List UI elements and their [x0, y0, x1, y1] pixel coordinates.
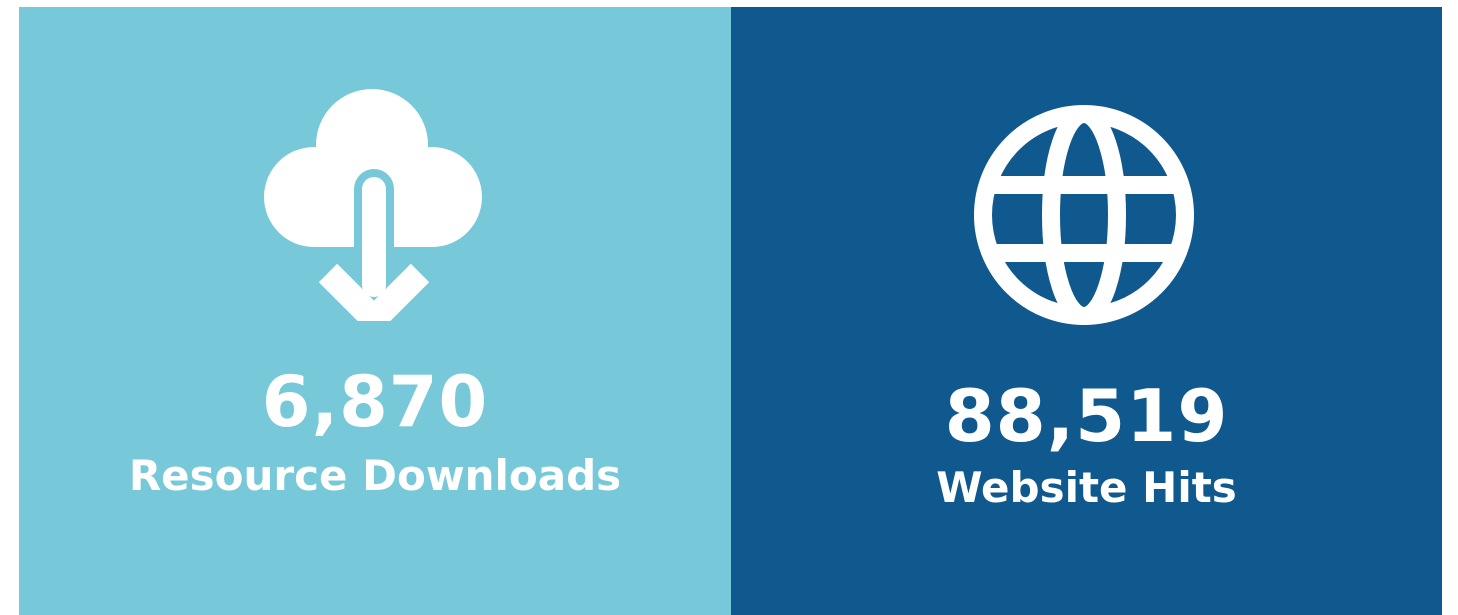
- website-hits-panel: 88,519 Website Hits: [731, 7, 1442, 615]
- hits-label: Website Hits: [936, 463, 1237, 512]
- hits-count: 88,519: [944, 374, 1229, 458]
- cloud-download-icon: [262, 87, 484, 321]
- downloads-count: 6,870: [261, 361, 489, 443]
- stats-banner: 6,870 Resource Downloads 88,519 Website …: [19, 7, 1442, 615]
- downloads-label: Resource Downloads: [128, 451, 622, 500]
- globe-icon: [971, 103, 1197, 327]
- resource-downloads-panel: 6,870 Resource Downloads: [19, 7, 731, 615]
